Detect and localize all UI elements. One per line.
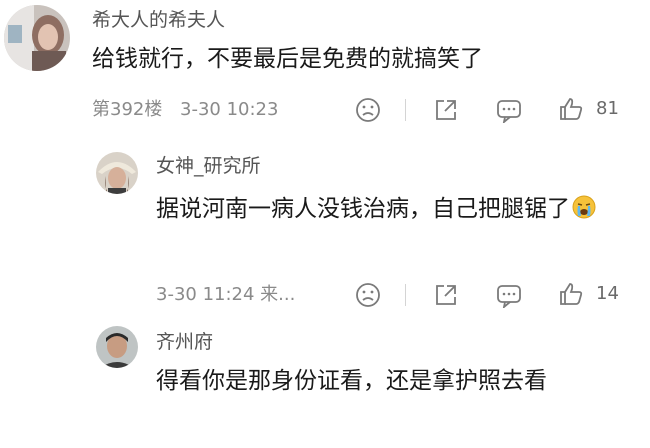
comment-text: 据说河南一病人没钱治病，自己把腿锯了 [156,190,616,228]
thumbs-up-icon[interactable] [558,281,584,307]
comment-time: 3-30 11:24 来... [156,284,296,305]
comment-text: 得看你是那身份证看，还是拿护照去看 [156,368,547,394]
comment-username[interactable]: 女神_研究所 [156,154,261,178]
comment-text-body: 据说河南一病人没钱治病，自己把腿锯了 [156,196,570,222]
comment-floor: 第392楼 [92,99,163,120]
sad-face-icon[interactable] [355,282,381,308]
crying-face-emoji [572,195,596,219]
like-count: 14 [596,283,619,304]
comment-bubble-icon[interactable] [496,97,522,123]
comment-username[interactable]: 齐州府 [156,330,213,354]
like-count: 81 [596,98,619,119]
share-icon[interactable] [433,282,459,308]
avatar[interactable] [96,152,138,194]
share-icon[interactable] [433,97,459,123]
comment-time: 3-30 10:23 [180,99,279,120]
sad-face-icon[interactable] [355,97,381,123]
divider [405,284,406,306]
comment-bubble-icon[interactable] [496,282,522,308]
comment-username[interactable]: 希大人的希夫人 [92,8,225,32]
avatar[interactable] [4,5,70,71]
thumbs-up-icon[interactable] [558,96,584,122]
divider [405,99,406,121]
avatar[interactable] [96,326,138,368]
comment-text: 给钱就行，不要最后是免费的就搞笑了 [92,46,483,72]
